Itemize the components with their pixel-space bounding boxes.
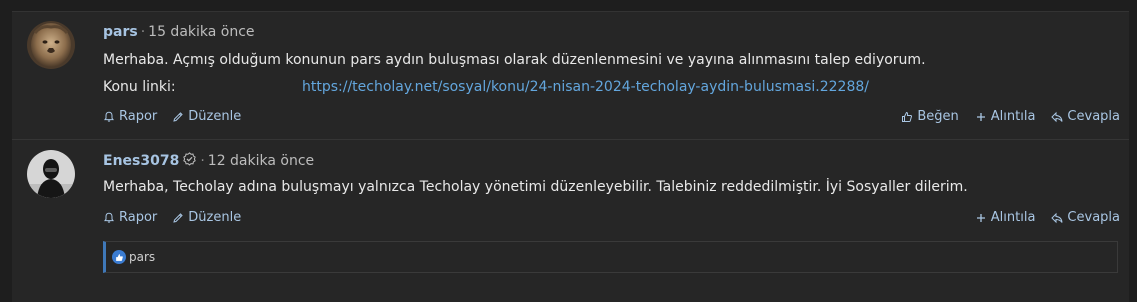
- separator: ·: [200, 153, 205, 169]
- author-name[interactable]: Enes3078: [103, 153, 179, 169]
- reply-label: Cevapla: [1067, 109, 1120, 124]
- plus-icon: [976, 112, 985, 121]
- reaction-user-link[interactable]: pars: [129, 250, 155, 264]
- author-name[interactable]: pars: [103, 24, 138, 40]
- post-meta: Enes3078 · 12 dakika önce: [103, 152, 314, 169]
- report-button[interactable]: Rapor: [103, 210, 157, 225]
- post-actions-right: Beğen Alıntıla Cevapla: [885, 109, 1120, 124]
- link-label: Konu linki:: [103, 79, 176, 95]
- post-time[interactable]: 12 dakika önce: [208, 153, 314, 169]
- quote-label: Alıntıla: [990, 109, 1036, 124]
- reply-label: Cevapla: [1067, 210, 1120, 225]
- like-button[interactable]: Beğen: [901, 109, 959, 124]
- reply-button[interactable]: Cevapla: [1051, 210, 1120, 225]
- like-reaction-icon: [112, 250, 126, 264]
- post-time[interactable]: 15 dakika önce: [148, 24, 254, 40]
- reactions-bar: pars: [103, 241, 1118, 273]
- post-actions-left: Rapor Düzenle: [103, 210, 256, 225]
- separator: ·: [140, 24, 146, 40]
- reply-button[interactable]: Cevapla: [1051, 109, 1120, 124]
- quote-label: Alıntıla: [990, 210, 1036, 225]
- bell-icon: [104, 111, 114, 122]
- report-label: Rapor: [119, 109, 158, 124]
- avatar[interactable]: [27, 150, 75, 198]
- quote-button[interactable]: Alıntıla: [975, 109, 1036, 124]
- topic-link[interactable]: https://techolay.net/sosyal/konu/24-nisa…: [302, 79, 869, 95]
- edit-button[interactable]: Düzenle: [172, 210, 241, 225]
- bell-icon: [104, 212, 114, 223]
- post-enes3078: Enes3078 · 12 dakika önce Merhaba, Techola…: [12, 140, 1129, 286]
- reply-icon: [1051, 212, 1063, 223]
- post-body: Merhaba, Techolay adına buluşmayı yalnız…: [103, 179, 968, 195]
- post-actions-left: Rapor Düzenle: [103, 109, 256, 124]
- verified-badge-icon: [183, 152, 197, 166]
- post-pars: pars · 15 dakika önce Merhaba. Açmış olduğ…: [12, 11, 1129, 140]
- post-body: Merhaba. Açmış olduğum konunun pars aydı…: [103, 52, 926, 68]
- avatar[interactable]: [27, 21, 75, 69]
- post-meta: pars · 15 dakika önce: [103, 24, 255, 40]
- post-actions-right: Alıntıla Cevapla: [959, 210, 1120, 225]
- edit-label: Düzenle: [188, 109, 242, 124]
- pencil-icon: [173, 212, 183, 223]
- like-label: Beğen: [917, 109, 959, 124]
- edit-button[interactable]: Düzenle: [172, 109, 241, 124]
- report-button[interactable]: Rapor: [103, 109, 157, 124]
- quote-button[interactable]: Alıntıla: [975, 210, 1036, 225]
- reply-icon: [1051, 111, 1063, 122]
- plus-icon: [976, 213, 985, 222]
- edit-label: Düzenle: [188, 210, 242, 225]
- report-label: Rapor: [119, 210, 158, 225]
- pencil-icon: [173, 111, 183, 122]
- thumbs-up-icon: [902, 111, 913, 122]
